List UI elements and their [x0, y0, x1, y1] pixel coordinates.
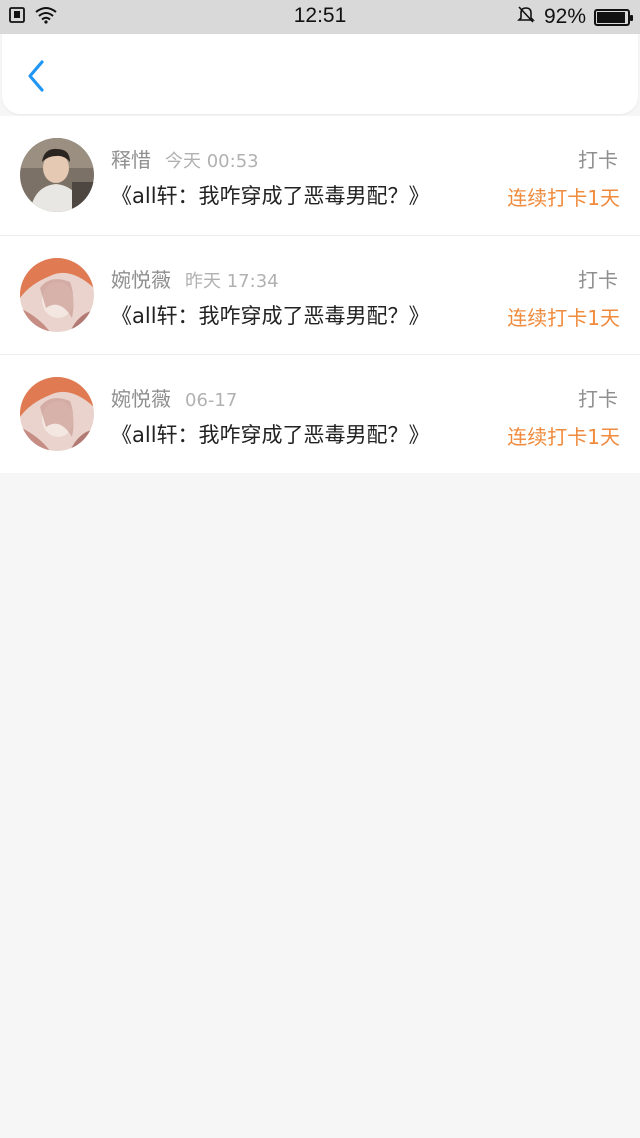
nav-bar [2, 34, 638, 114]
avatar[interactable] [20, 138, 94, 212]
battery-icon [594, 8, 633, 26]
bell-muted-icon [516, 4, 536, 30]
status-bar: 12:51 92% [0, 0, 640, 34]
user-name-text: 婉悦薇 [111, 268, 171, 292]
book-title[interactable]: 《all轩：我咋穿成了恶毒男配？》 [111, 180, 430, 210]
checkin-list: 释惜 今天 00:53 《all轩：我咋穿成了恶毒男配？》 打卡 连续打卡1天 婉… [0, 116, 640, 473]
user-name-text: 婉悦薇 [111, 387, 171, 411]
status-right: 92% [516, 4, 633, 30]
list-item[interactable]: 释惜 今天 00:53 《all轩：我咋穿成了恶毒男配？》 打卡 连续打卡1天 [0, 116, 640, 235]
user-name-text: 释惜 [111, 148, 151, 172]
back-button[interactable] [22, 58, 52, 94]
chevron-left-icon [28, 60, 44, 92]
book-title[interactable]: 《all轩：我咋穿成了恶毒男配？》 [111, 300, 430, 330]
post-time: 06-17 [185, 390, 238, 411]
post-time: 今天 00:53 [165, 151, 259, 172]
battery-fill [597, 11, 625, 23]
avatar[interactable] [20, 377, 94, 451]
user-name: 释惜 今天 00:53 [111, 144, 259, 173]
list-item[interactable]: 婉悦薇 06-17 《all轩：我咋穿成了恶毒男配？》 打卡 连续打卡1天 [0, 354, 640, 473]
streak-label: 连续打卡1天 [507, 186, 620, 210]
post-time: 昨天 17:34 [185, 271, 279, 292]
streak-label: 连续打卡1天 [507, 306, 620, 330]
checkin-label: 打卡 [578, 387, 618, 411]
checkin-label: 打卡 [578, 148, 618, 172]
avatar[interactable] [20, 258, 94, 332]
battery-percent: 92% [543, 5, 586, 28]
list-item[interactable]: 婉悦薇 昨天 17:34 《all轩：我咋穿成了恶毒男配？》 打卡 连续打卡1天 [0, 235, 640, 354]
user-name: 婉悦薇 06-17 [111, 383, 237, 412]
checkin-label: 打卡 [578, 268, 618, 292]
streak-label: 连续打卡1天 [507, 425, 620, 449]
user-name: 婉悦薇 昨天 17:34 [111, 264, 279, 293]
book-title[interactable]: 《all轩：我咋穿成了恶毒男配？》 [111, 419, 430, 449]
